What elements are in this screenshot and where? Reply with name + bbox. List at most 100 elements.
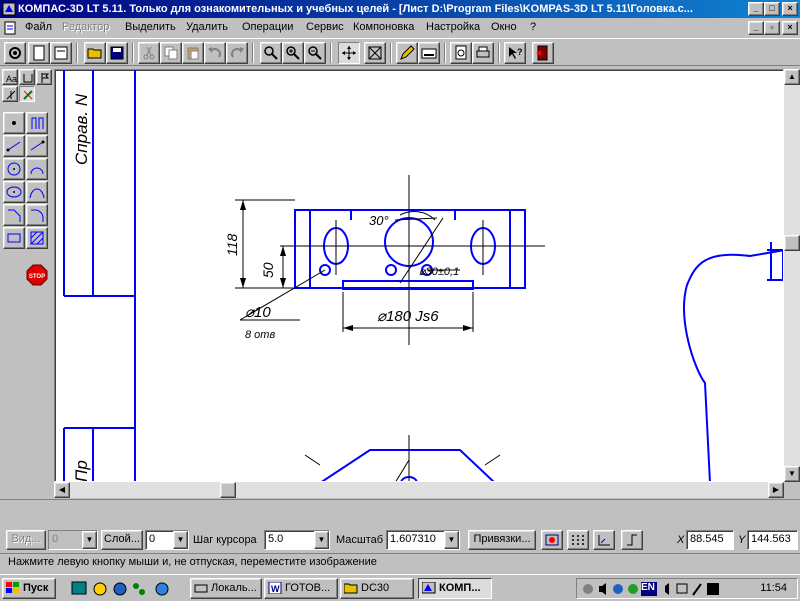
tab-hatch-tools[interactable] xyxy=(19,69,35,85)
ortho-button[interactable] xyxy=(621,530,643,550)
scroll-down-button[interactable]: ▼ xyxy=(784,466,800,482)
menu-settings[interactable]: Настройка xyxy=(426,21,480,33)
scale-combo[interactable]: 1.607310 ▼ xyxy=(386,530,460,550)
tool-paste[interactable] xyxy=(182,42,204,64)
tool-zoom-in[interactable] xyxy=(282,42,304,64)
tool-zoom-out[interactable] xyxy=(304,42,326,64)
chevron-down-icon[interactable]: ▼ xyxy=(314,531,329,549)
task-folder[interactable]: DC30 xyxy=(340,578,414,599)
chevron-down-icon[interactable]: ▼ xyxy=(82,531,97,549)
tool-redraw[interactable] xyxy=(396,42,418,64)
view-combo[interactable]: 0 ▼ xyxy=(48,530,98,550)
menu-help[interactable]: ? xyxy=(530,21,536,33)
tool-panel[interactable] xyxy=(418,42,440,64)
tool-open[interactable] xyxy=(84,42,106,64)
tool-new-sheet[interactable] xyxy=(50,42,72,64)
drawing-canvas[interactable]: Справ. N Пр 118 50 30° ⌀10 8 отв ⌀30±0,1… xyxy=(54,69,784,482)
scroll-left-button[interactable]: ◀ xyxy=(54,482,70,498)
menu-editor[interactable]: Редактор xyxy=(62,21,109,33)
tray-sync-icon[interactable] xyxy=(628,584,638,594)
tool-context-help[interactable]: ? xyxy=(504,42,526,64)
title-bar[interactable]: КОМПАС-3D LT 5.11. Только для ознакомите… xyxy=(0,0,800,18)
browser-icon[interactable] xyxy=(155,582,169,596)
task-kompas[interactable]: КОМП... xyxy=(418,578,492,599)
start-button[interactable]: Пуск xyxy=(2,578,56,599)
vertical-scrollbar[interactable]: ▲ ▼ xyxy=(784,69,800,482)
menu-operations[interactable]: Операции xyxy=(242,21,293,33)
tray-volume-icon[interactable] xyxy=(665,583,669,595)
snap-toggle-button[interactable] xyxy=(541,530,563,550)
chevron-down-icon[interactable]: ▼ xyxy=(444,531,459,549)
tool-chamfer[interactable] xyxy=(3,204,25,226)
scroll-up-button[interactable]: ▲ xyxy=(784,69,800,85)
molecule-icon[interactable] xyxy=(133,583,145,595)
tab-measure-tools[interactable] xyxy=(2,86,18,102)
grid-button[interactable] xyxy=(567,530,589,550)
tool-circle[interactable] xyxy=(3,158,25,180)
tool-segment[interactable] xyxy=(3,135,25,157)
tool-spline[interactable] xyxy=(26,181,48,203)
tool-show-all[interactable] xyxy=(364,42,386,64)
tool-cut[interactable] xyxy=(138,42,160,64)
document-icon[interactable] xyxy=(3,21,17,35)
doc-close-button[interactable]: × xyxy=(782,21,798,35)
app-icon[interactable] xyxy=(2,2,16,16)
tab-text-tools[interactable]: Aa xyxy=(2,69,18,85)
vertical-scroll-thumb[interactable] xyxy=(784,235,800,251)
tool-arc[interactable] xyxy=(26,158,48,180)
tool-aux-line[interactable] xyxy=(26,112,48,134)
tray-scheduler-icon[interactable] xyxy=(707,583,719,595)
minimize-button[interactable]: _ xyxy=(748,2,764,16)
menu-delete[interactable]: Удалить xyxy=(186,21,228,33)
task-word[interactable]: W ГОТОВ... xyxy=(264,578,338,599)
task-local[interactable]: Локаль... xyxy=(190,578,262,599)
layer-combo[interactable]: 0 ▼ xyxy=(145,530,189,550)
local-cs-button[interactable] xyxy=(593,530,615,550)
horizontal-scroll-thumb[interactable] xyxy=(220,482,236,498)
tool-exit[interactable] xyxy=(532,42,554,64)
tool-undo[interactable] xyxy=(204,42,226,64)
menu-file[interactable]: Файл xyxy=(25,21,52,33)
cursor-step-combo[interactable]: 5.0 ▼ xyxy=(264,530,330,550)
media-icon[interactable] xyxy=(93,582,107,596)
tray-network-icon[interactable] xyxy=(613,584,623,594)
view-button[interactable]: Вид... xyxy=(6,530,46,550)
network-icon[interactable] xyxy=(113,582,127,596)
tool-zoom-window[interactable] xyxy=(260,42,282,64)
tool-properties[interactable] xyxy=(4,42,26,64)
tool-print[interactable] xyxy=(472,42,494,64)
scroll-right-button[interactable]: ▶ xyxy=(768,482,784,498)
menu-service[interactable]: Сервис xyxy=(306,21,344,33)
tool-parallel-segment[interactable] xyxy=(26,135,48,157)
tool-fillet[interactable] xyxy=(26,204,48,226)
y-coord-field[interactable]: 144.563 xyxy=(747,530,798,550)
chevron-down-icon[interactable]: ▼ xyxy=(173,531,188,549)
tool-hatch[interactable] xyxy=(26,227,48,249)
tool-ellipse[interactable] xyxy=(3,181,25,203)
close-button[interactable]: × xyxy=(782,2,798,16)
tool-pan[interactable] xyxy=(338,42,360,64)
tab-dimension-tools[interactable] xyxy=(36,69,52,85)
snaps-button[interactable]: Привязки... xyxy=(468,530,536,550)
menu-layout[interactable]: Компоновка xyxy=(353,21,414,33)
horizontal-scrollbar[interactable]: ◀ ▶ xyxy=(54,482,784,498)
tab-geometry-tools[interactable] xyxy=(19,86,35,102)
stop-button[interactable]: STOP xyxy=(26,264,48,286)
tool-copy[interactable] xyxy=(160,42,182,64)
layer-button[interactable]: Слой... xyxy=(101,530,143,550)
tool-redo[interactable] xyxy=(226,42,248,64)
tool-point[interactable] xyxy=(3,112,25,134)
input-language-indicator[interactable]: EN xyxy=(641,582,655,593)
tray-display-icon[interactable] xyxy=(676,583,688,594)
tool-print-preview[interactable] xyxy=(450,42,472,64)
menu-window[interactable]: Окно xyxy=(491,21,517,33)
tool-new[interactable] xyxy=(28,42,50,64)
menu-select[interactable]: Выделить xyxy=(125,21,176,33)
tool-rectangle[interactable] xyxy=(3,227,25,249)
desktop-icon[interactable] xyxy=(71,581,87,595)
tool-save[interactable] xyxy=(106,42,128,64)
maximize-button[interactable]: □ xyxy=(764,2,780,16)
doc-restore-button[interactable]: ▫ xyxy=(764,21,780,35)
tray-tool-icon[interactable] xyxy=(692,583,702,596)
doc-minimize-button[interactable]: _ xyxy=(748,21,764,35)
